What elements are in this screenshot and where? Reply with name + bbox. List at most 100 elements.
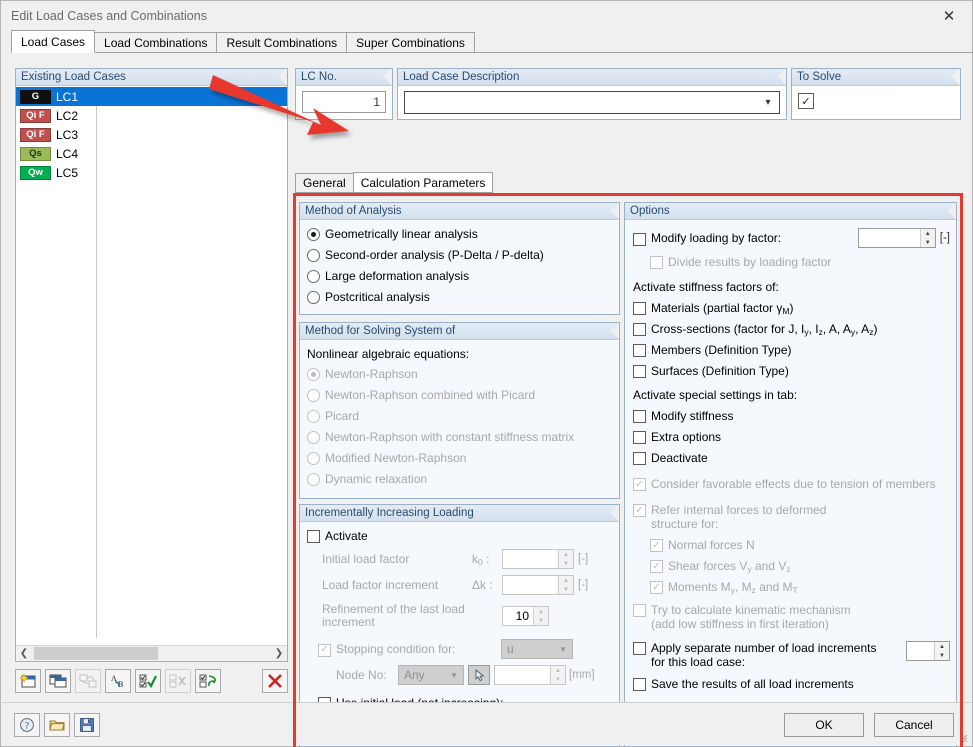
checkbox-icon[interactable] bbox=[633, 365, 646, 378]
spinner-buttons[interactable]: ▲▼ bbox=[533, 607, 548, 625]
ok-button[interactable]: OK bbox=[784, 713, 864, 737]
save-button[interactable] bbox=[74, 713, 100, 737]
node-no-spinner[interactable]: ▲▼ bbox=[494, 665, 566, 685]
checkbox-icon[interactable] bbox=[633, 678, 646, 691]
list-item[interactable]: Qi F LC2 bbox=[16, 106, 287, 125]
node-no-select[interactable]: Any ▾ bbox=[398, 665, 464, 685]
favorable-effects-row[interactable]: ✓ Consider favorable effects due to tens… bbox=[633, 477, 956, 491]
close-icon[interactable]: ✕ bbox=[926, 1, 972, 31]
checkbox-icon[interactable] bbox=[633, 604, 646, 617]
copy-load-case-button[interactable] bbox=[45, 669, 71, 693]
deselect-all-button[interactable] bbox=[165, 669, 191, 693]
load-case-list[interactable]: G LC1 Qi F LC2 Qi F LC3 Qs LC4 Qw LC5 bbox=[16, 87, 287, 638]
spinner-down-icon[interactable]: ▼ bbox=[534, 616, 548, 625]
rename-button[interactable]: AB bbox=[105, 669, 131, 693]
list-item[interactable]: Qs LC4 bbox=[16, 144, 287, 163]
lc-no-input[interactable]: 1 bbox=[302, 91, 386, 113]
radio-picard[interactable]: Picard bbox=[307, 409, 619, 423]
resize-grip-icon[interactable] bbox=[956, 731, 968, 743]
pick-cursor-button[interactable] bbox=[468, 665, 490, 685]
scrollbar-track[interactable] bbox=[32, 646, 271, 661]
radio-dynamic-relaxation[interactable]: Dynamic relaxation bbox=[307, 472, 619, 486]
tab-super-combinations[interactable]: Super Combinations bbox=[346, 32, 475, 53]
activate-incremental-checkbox-row[interactable]: Activate bbox=[307, 529, 619, 543]
spinner-buttons[interactable]: ▲▼ bbox=[558, 550, 573, 568]
radio-geometrically-linear[interactable]: Geometrically linear analysis bbox=[307, 227, 619, 241]
radio-postcritical[interactable]: Postcritical analysis bbox=[307, 290, 619, 304]
to-solve-checkbox[interactable]: ✓ bbox=[798, 93, 814, 109]
surfaces-checkbox-row[interactable]: Surfaces (Definition Type) bbox=[633, 364, 956, 378]
spinner-down-icon[interactable]: ▼ bbox=[921, 238, 935, 247]
divide-results-row[interactable]: Divide results by loading factor bbox=[650, 255, 956, 269]
checkbox-icon[interactable] bbox=[633, 302, 646, 315]
renumber-button[interactable] bbox=[75, 669, 101, 693]
cancel-button[interactable]: Cancel bbox=[874, 713, 954, 737]
radio-newton-raphson[interactable]: Newton-Raphson bbox=[307, 367, 619, 381]
radio-second-order[interactable]: Second-order analysis (P-Delta / P-delta… bbox=[307, 248, 619, 262]
spinner-up-icon[interactable]: ▲ bbox=[921, 229, 935, 238]
chevron-down-icon[interactable]: ▾ bbox=[445, 670, 463, 681]
modify-loading-checkbox[interactable] bbox=[633, 233, 646, 246]
invert-selection-button[interactable] bbox=[195, 669, 221, 693]
deactivate-row[interactable]: Deactivate bbox=[633, 451, 956, 465]
cross-sections-checkbox-row[interactable]: Cross-sections (factor for J, Iy, Iz, A,… bbox=[633, 322, 956, 336]
tab-load-cases[interactable]: Load Cases bbox=[11, 30, 95, 53]
materials-checkbox-row[interactable]: Materials (partial factor γM) bbox=[633, 301, 956, 315]
spinner-buttons[interactable]: ▲▼ bbox=[920, 229, 935, 247]
apply-increments-checkbox[interactable] bbox=[633, 642, 646, 655]
spinner-buttons[interactable]: ▲▼ bbox=[550, 666, 565, 684]
list-item[interactable]: Qi F LC3 bbox=[16, 125, 287, 144]
spinner-up-icon[interactable]: ▲ bbox=[534, 607, 548, 616]
spinner-buttons[interactable]: ▲▼ bbox=[558, 576, 573, 594]
tab-result-combinations[interactable]: Result Combinations bbox=[216, 32, 347, 53]
shear-forces-row[interactable]: ✓ Shear forces Vy and Vz bbox=[650, 559, 956, 573]
spinner-up-icon[interactable]: ▲ bbox=[559, 550, 573, 559]
load-case-description-combo[interactable]: ▾ bbox=[404, 91, 780, 114]
extra-options-row[interactable]: Extra options bbox=[633, 430, 956, 444]
modify-stiffness-row[interactable]: Modify stiffness bbox=[633, 409, 956, 423]
radio-newton-raphson-picard[interactable]: Newton-Raphson combined with Picard bbox=[307, 388, 619, 402]
checkbox-icon[interactable]: ✓ bbox=[633, 504, 646, 517]
kinematic-mechanism-row[interactable]: Try to calculate kinematic mechanism (ad… bbox=[633, 603, 956, 631]
tab-calculation-parameters[interactable]: Calculation Parameters bbox=[353, 172, 494, 193]
load-factor-increment-spinner[interactable]: ▲▼ bbox=[502, 575, 574, 595]
spinner-down-icon[interactable]: ▼ bbox=[559, 559, 573, 568]
members-checkbox-row[interactable]: Members (Definition Type) bbox=[633, 343, 956, 357]
refinement-spinner[interactable]: 10 ▲▼ bbox=[502, 606, 549, 626]
checkbox-icon[interactable] bbox=[307, 530, 320, 543]
delete-load-case-button[interactable] bbox=[262, 669, 288, 693]
chevron-down-icon[interactable]: ▾ bbox=[757, 97, 779, 108]
checkbox-icon[interactable] bbox=[633, 452, 646, 465]
chevron-right-icon[interactable]: ❯ bbox=[271, 646, 287, 661]
horizontal-scrollbar[interactable]: ❮ ❯ bbox=[16, 645, 287, 661]
checkbox-icon[interactable]: ✓ bbox=[650, 581, 663, 594]
spinner-down-icon[interactable]: ▼ bbox=[551, 675, 565, 684]
save-results-row[interactable]: Save the results of all load increments bbox=[633, 677, 956, 691]
tab-general[interactable]: General bbox=[295, 173, 354, 193]
checkbox-icon[interactable] bbox=[633, 431, 646, 444]
checkbox-icon[interactable] bbox=[650, 256, 663, 269]
stopping-condition-select[interactable]: u ▾ bbox=[501, 639, 573, 659]
select-all-button[interactable] bbox=[135, 669, 161, 693]
list-item[interactable]: Qw LC5 bbox=[16, 163, 287, 182]
radio-modified-newton-raphson[interactable]: Modified Newton-Raphson bbox=[307, 451, 619, 465]
spinner-buttons[interactable]: ▲▼ bbox=[934, 642, 949, 660]
apply-increments-spinner[interactable]: ▲▼ bbox=[906, 641, 950, 661]
checkbox-icon[interactable]: ✓ bbox=[633, 478, 646, 491]
chevron-left-icon[interactable]: ❮ bbox=[16, 646, 32, 661]
checkbox-icon[interactable] bbox=[633, 410, 646, 423]
list-item[interactable]: G LC1 bbox=[16, 87, 287, 106]
checkbox-icon[interactable]: ✓ bbox=[650, 539, 663, 552]
checkbox-icon[interactable] bbox=[633, 323, 646, 336]
modify-loading-spinner[interactable]: ▲▼ bbox=[858, 228, 936, 248]
help-button[interactable]: ? bbox=[14, 713, 40, 737]
open-button[interactable] bbox=[44, 713, 70, 737]
scrollbar-thumb[interactable] bbox=[34, 647, 158, 660]
checkbox-icon[interactable] bbox=[633, 344, 646, 357]
moments-row[interactable]: ✓ Moments My, Mz and MT bbox=[650, 580, 956, 594]
new-load-case-button[interactable] bbox=[15, 669, 41, 693]
spinner-down-icon[interactable]: ▼ bbox=[935, 651, 949, 660]
radio-large-deformation[interactable]: Large deformation analysis bbox=[307, 269, 619, 283]
initial-load-factor-spinner[interactable]: ▲▼ bbox=[502, 549, 574, 569]
radio-newton-raphson-constant-stiffness[interactable]: Newton-Raphson with constant stiffness m… bbox=[307, 430, 619, 444]
